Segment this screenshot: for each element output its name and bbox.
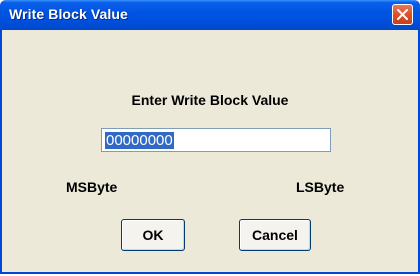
block-value-text: 00000000 xyxy=(105,132,174,149)
close-button[interactable] xyxy=(392,4,413,25)
lsbyte-label: LSByte xyxy=(296,179,345,195)
dialog-window: Write Block Value Enter Write Block Valu… xyxy=(0,0,420,274)
msbyte-label: MSByte xyxy=(66,179,118,195)
prompt-label: Enter Write Block Value xyxy=(131,92,289,108)
dialog-body: Enter Write Block Value 00000000 MSByte … xyxy=(2,30,418,272)
block-value-input[interactable]: 00000000 xyxy=(101,128,331,152)
cancel-button[interactable]: Cancel xyxy=(239,219,311,251)
window-title: Write Block Value xyxy=(9,6,128,22)
ok-button[interactable]: OK xyxy=(121,219,185,251)
title-bar[interactable]: Write Block Value xyxy=(0,0,420,30)
